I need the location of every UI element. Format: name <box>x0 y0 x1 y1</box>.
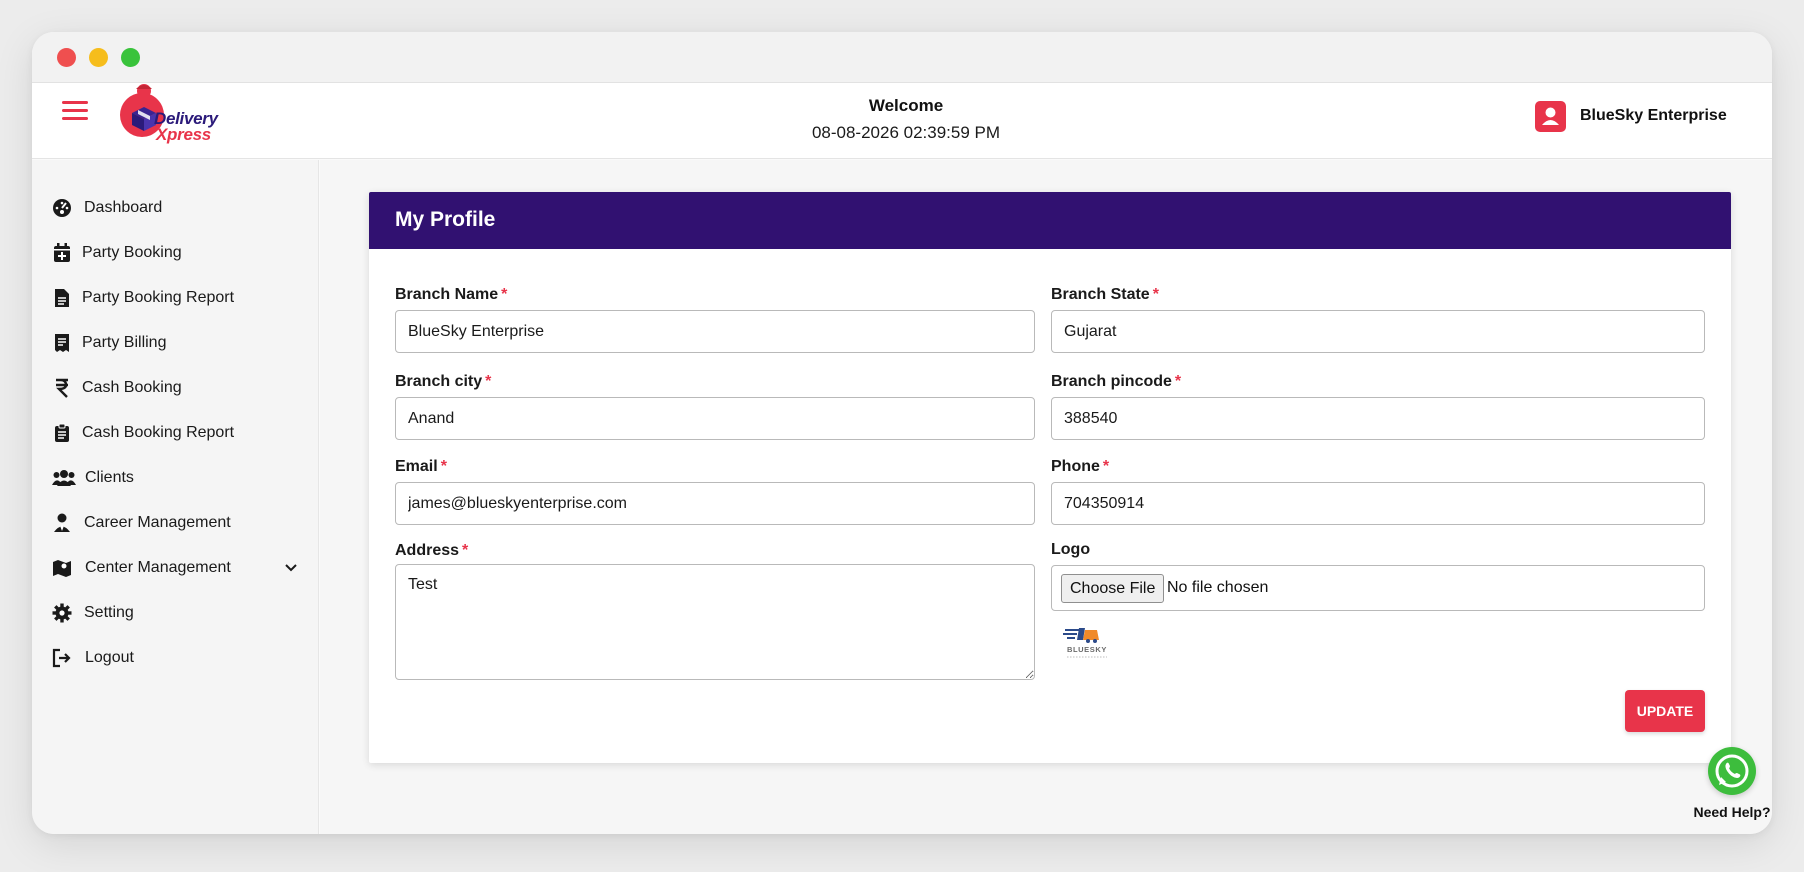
brand-name-line2: Xpress <box>156 125 211 144</box>
branch-state-label: Branch State * <box>1051 286 1159 303</box>
page-title: My Profile <box>395 208 496 231</box>
logo-file-input[interactable]: Choose File No file chosen <box>1051 565 1705 611</box>
current-datetime: 08-08-2026 02:39:59 PM <box>811 123 1001 142</box>
calendar-plus-icon <box>52 243 72 263</box>
sidebar-item-setting[interactable]: Setting <box>52 598 302 628</box>
sidebar-item-label: Party Billing <box>82 334 167 351</box>
branch-city-label: Branch city * <box>395 373 492 390</box>
sidebar-item-label: Clients <box>85 469 134 486</box>
rupee-icon <box>52 378 72 398</box>
file-status-text: No file chosen <box>1167 579 1269 596</box>
minimize-window-button[interactable] <box>89 48 108 67</box>
dashboard-icon <box>52 198 72 218</box>
address-label: Address * <box>395 542 469 559</box>
sidebar-item-dashboard[interactable]: Dashboard <box>52 193 302 223</box>
email-field[interactable] <box>395 482 1035 525</box>
map-icon <box>52 558 72 578</box>
whatsapp-icon[interactable] <box>1708 747 1756 795</box>
branch-name-input[interactable] <box>395 310 1035 353</box>
phone-label: Phone * <box>1051 458 1110 475</box>
file-icon <box>52 288 72 308</box>
app-window: Delivery Xpress Welcome 08-08-2026 02:39… <box>32 32 1772 834</box>
main-content: My Profile Branch Name* Branch State* Br… <box>320 160 1772 834</box>
logo-preview-image: BLUESKY <box>1063 628 1107 658</box>
sidebar-item-label: Party Booking <box>82 244 182 261</box>
welcome-text: Welcome <box>868 96 944 115</box>
sidebar-item-label: Cash Booking <box>82 379 182 396</box>
profile-card: My Profile Branch Name* Branch State* Br… <box>369 192 1731 763</box>
branch-name-label: Branch Name * <box>395 286 508 303</box>
sidebar-item-label: Party Booking Report <box>82 289 235 306</box>
branch-pincode-label: Branch pincode * <box>1051 373 1182 390</box>
sidebar-item-clients[interactable]: Clients <box>52 463 302 493</box>
chevron-down-icon[interactable] <box>284 560 298 574</box>
need-help-label: Need Help? <box>1693 804 1771 820</box>
choose-file-button[interactable]: Choose File <box>1061 574 1165 603</box>
sidebar: Dashboard Party Booking Party Booking Re… <box>32 160 319 834</box>
sidebar-item-party-booking[interactable]: Party Booking <box>52 238 302 268</box>
sidebar-item-label: Setting <box>84 604 134 621</box>
gear-icon <box>52 603 72 623</box>
logo-label: Logo <box>1051 541 1091 558</box>
sidebar-item-logout[interactable]: Logout <box>52 643 302 673</box>
address-textarea[interactable]: Test <box>395 564 1035 680</box>
sidebar-item-career-management[interactable]: Career Management <box>52 508 302 538</box>
update-button[interactable]: UPDATE <box>1625 690 1705 732</box>
phone-field[interactable] <box>1051 482 1705 525</box>
sidebar-item-cash-booking-report[interactable]: Cash Booking Report <box>52 418 302 448</box>
app-header: Delivery Xpress Welcome 08-08-2026 02:39… <box>32 83 1772 159</box>
user-name[interactable]: BlueSky Enterprise <box>1580 107 1727 125</box>
receipt-icon <box>52 333 72 353</box>
user-icon[interactable] <box>1535 101 1566 132</box>
user-tie-icon <box>52 513 72 533</box>
branch-state-input[interactable] <box>1051 310 1705 353</box>
sidebar-item-label: Career Management <box>84 514 231 531</box>
maximize-window-button[interactable] <box>121 48 140 67</box>
window-titlebar <box>32 32 1772 83</box>
sidebar-item-label: Center Management <box>85 559 231 576</box>
profile-card-header: My Profile <box>369 192 1731 249</box>
sidebar-item-label: Dashboard <box>84 199 163 216</box>
hamburger-icon[interactable] <box>62 101 90 127</box>
close-window-button[interactable] <box>57 48 76 67</box>
branch-city-input[interactable] <box>395 397 1035 440</box>
branch-pincode-input[interactable] <box>1051 397 1705 440</box>
need-help-widget[interactable]: Need Help? <box>1682 744 1782 824</box>
sidebar-item-center-management[interactable]: Center Management <box>52 553 302 583</box>
sidebar-item-party-billing[interactable]: Party Billing <box>52 328 302 358</box>
sidebar-item-label: Logout <box>85 649 134 666</box>
sidebar-item-cash-booking[interactable]: Cash Booking <box>52 373 302 403</box>
logout-icon <box>52 648 72 668</box>
users-icon <box>52 468 76 488</box>
svg-text:BLUESKY: BLUESKY <box>1067 645 1107 654</box>
email-label: Email * <box>395 458 447 475</box>
sidebar-item-label: Cash Booking Report <box>82 424 235 441</box>
clipboard-icon <box>52 423 72 443</box>
sidebar-item-party-booking-report[interactable]: Party Booking Report <box>52 283 302 313</box>
